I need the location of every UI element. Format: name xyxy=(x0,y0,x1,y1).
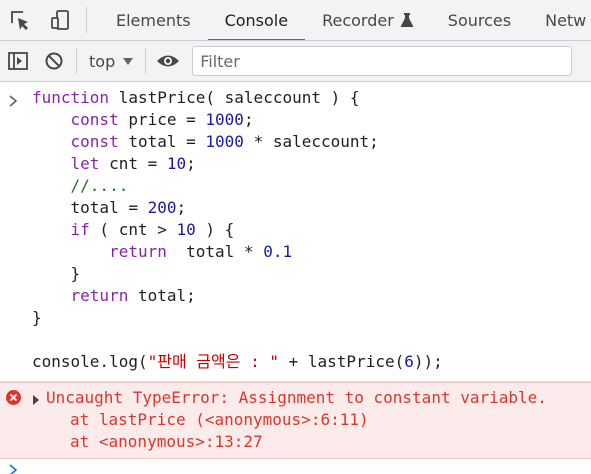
code-text: total = xyxy=(118,132,206,151)
clear-console-button[interactable] xyxy=(36,41,72,81)
expand-caret-icon[interactable] xyxy=(33,395,39,405)
context-selector[interactable]: top xyxy=(81,52,141,71)
live-expression-button[interactable] xyxy=(150,41,186,81)
code-text: } xyxy=(32,308,42,327)
code-line: return total; xyxy=(32,285,591,307)
number: 10 xyxy=(166,154,187,173)
console-toolbar: top xyxy=(0,41,591,82)
tab-separator xyxy=(86,7,87,33)
code-line: return total * 0.1 xyxy=(32,241,591,263)
console-output: function lastPrice( saleccount ) { const… xyxy=(0,82,591,474)
toolbar-separator xyxy=(76,48,77,74)
tab-sources[interactable]: Sources xyxy=(431,0,528,40)
devtools-tab-bar: Elements Console Recorder Sources Netw xyxy=(0,0,591,41)
code-text: cnt = xyxy=(99,154,167,173)
code-text: * saleccount; xyxy=(243,132,379,151)
console-input-entry: function lastPrice( saleccount ) { const… xyxy=(0,82,591,382)
show-sidebar-button[interactable] xyxy=(0,41,36,81)
code-text: price = xyxy=(118,110,206,129)
error-icon xyxy=(6,390,21,405)
device-toolbar-icon xyxy=(51,10,69,30)
code-text: )); xyxy=(413,352,443,371)
code-line: console.log("판매 금액은 : " + lastPrice(6)); xyxy=(32,351,591,373)
context-label: top xyxy=(89,51,116,71)
filter-input[interactable] xyxy=(192,46,573,76)
code-text: total * xyxy=(166,242,264,261)
dropdown-caret-icon xyxy=(123,57,134,65)
inspect-element-button[interactable] xyxy=(0,0,40,40)
code-text: ; xyxy=(176,198,187,217)
code-text: ( cnt > xyxy=(89,220,177,239)
error-text[interactable]: Uncaught TypeError: Assignment to consta… xyxy=(46,387,591,409)
code-text: total; xyxy=(128,286,196,305)
number: 0.1 xyxy=(263,242,293,261)
code-line: const total = 1000 * saleccount; xyxy=(32,131,591,153)
keyword: function xyxy=(32,88,110,107)
number: 200 xyxy=(147,198,177,217)
number: 1000 xyxy=(205,132,244,151)
device-toolbar-button[interactable] xyxy=(40,0,80,40)
code-line: total = 200; xyxy=(32,197,591,219)
sidebar-toggle-icon xyxy=(8,52,28,70)
prompt-chevron-icon[interactable] xyxy=(8,461,18,474)
tab-elements[interactable]: Elements xyxy=(99,0,208,40)
code-text: console.log( xyxy=(32,352,148,371)
code-text: } xyxy=(70,264,81,283)
prompt-chevron-icon xyxy=(8,92,18,111)
console-error-message: Uncaught TypeError: Assignment to consta… xyxy=(0,382,591,459)
code-line: } xyxy=(32,307,591,329)
stack-frame-link[interactable]: at <anonymous>:13:27 xyxy=(46,431,591,453)
comment: //.... xyxy=(70,176,129,195)
code-text: ; xyxy=(243,110,254,129)
tab-label: Console xyxy=(224,10,289,30)
tab-recorder[interactable]: Recorder xyxy=(305,0,431,40)
code-text: ) { xyxy=(195,220,235,239)
code-line: let cnt = 10; xyxy=(32,153,591,175)
keyword: const xyxy=(70,132,119,151)
tab-label: Sources xyxy=(447,10,512,30)
inspect-element-icon xyxy=(11,11,28,30)
tab-network[interactable]: Netw xyxy=(528,0,591,40)
tab-label: Elements xyxy=(116,10,191,30)
number: 1000 xyxy=(205,110,244,129)
code-text: ; xyxy=(186,154,196,173)
keyword: let xyxy=(70,154,100,173)
code-text: total = xyxy=(70,198,148,217)
code-line: //.... xyxy=(32,175,591,197)
clear-console-icon xyxy=(45,52,63,70)
code-line: if ( cnt > 10 ) { xyxy=(32,219,591,241)
code-line: function lastPrice( saleccount ) { xyxy=(32,87,591,109)
code-line: const price = 1000; xyxy=(32,109,591,131)
flask-icon xyxy=(400,12,414,28)
keyword: return xyxy=(109,242,167,261)
code-text: lastPrice( saleccount ) { xyxy=(109,88,360,107)
keyword: if xyxy=(70,220,90,239)
code-text: + lastPrice( xyxy=(279,352,405,371)
number: 6 xyxy=(404,352,414,371)
keyword: return xyxy=(70,286,129,305)
keyword: const xyxy=(70,110,119,129)
tab-label: Recorder xyxy=(322,10,394,30)
code-line: } xyxy=(32,263,591,285)
string-literal: "판매 금액은 : " xyxy=(147,352,279,371)
tab-console[interactable]: Console xyxy=(207,0,306,40)
tab-label: Netw xyxy=(545,10,587,30)
stack-frame-link[interactable]: at lastPrice (<anonymous>:6:11) xyxy=(46,409,591,431)
eye-icon xyxy=(157,55,180,67)
number: 10 xyxy=(176,220,196,239)
toolbar-separator xyxy=(145,48,147,74)
